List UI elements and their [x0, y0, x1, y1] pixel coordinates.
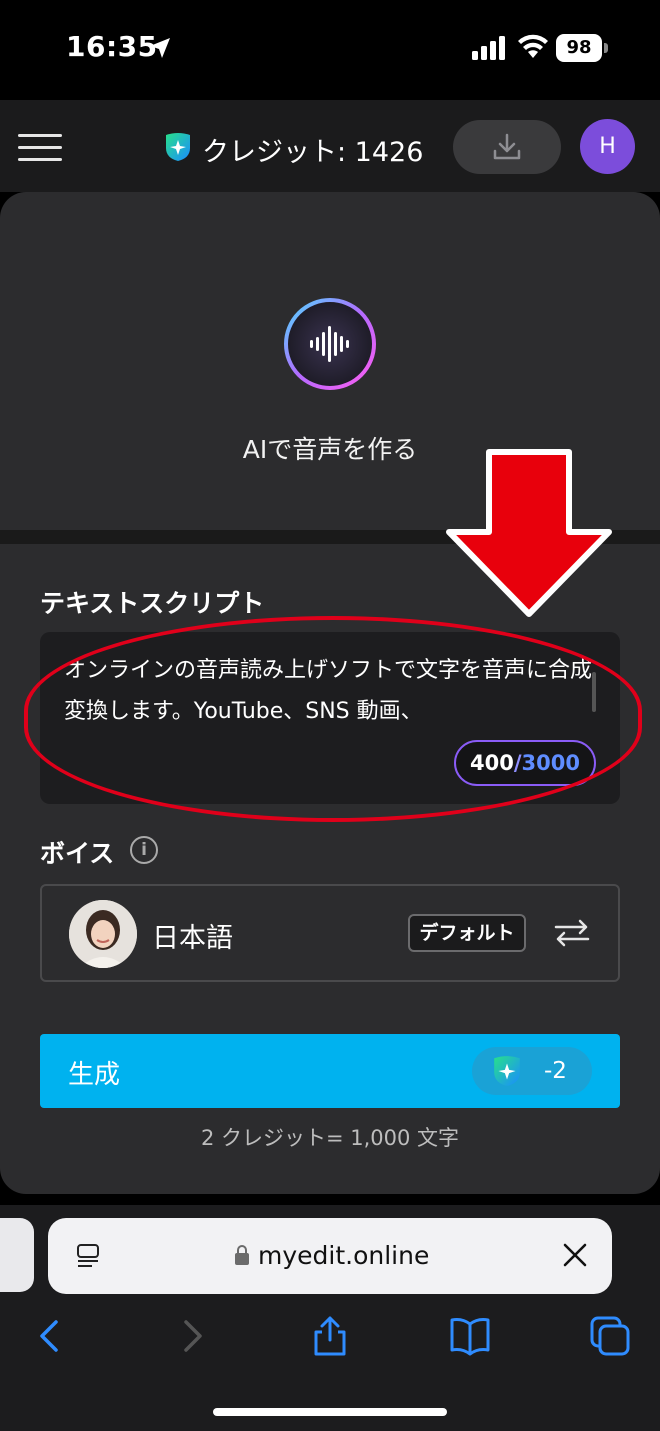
- tabs-icon[interactable]: [588, 1314, 632, 1358]
- home-indicator: [213, 1408, 447, 1416]
- info-icon[interactable]: i: [130, 836, 158, 864]
- previous-tab-preview[interactable]: [0, 1218, 34, 1292]
- page-menu-icon[interactable]: [74, 1242, 102, 1270]
- credit-shield-icon: [166, 133, 190, 161]
- url-text: myedit.online: [258, 1241, 430, 1270]
- battery-level: 98: [556, 34, 602, 62]
- generate-button[interactable]: 生成 -2: [40, 1034, 620, 1108]
- cellular-signal-icon: [472, 36, 505, 60]
- voice-selector[interactable]: 日本語 デフォルト: [40, 884, 620, 982]
- battery-indicator: 98: [556, 34, 608, 62]
- credit-rate-note: 2 クレジット= 1,000 文字: [200, 1126, 460, 1150]
- generate-cost-pill: -2: [472, 1047, 592, 1095]
- download-button[interactable]: [453, 120, 561, 174]
- close-icon[interactable]: [562, 1242, 588, 1268]
- lock-icon: [235, 1245, 249, 1265]
- swap-icon[interactable]: [554, 918, 590, 948]
- forward-icon[interactable]: [170, 1314, 214, 1358]
- location-arrow-icon: [150, 38, 170, 58]
- address-bar[interactable]: myedit.online: [48, 1218, 612, 1294]
- menu-icon[interactable]: [18, 134, 62, 162]
- highlight-ellipse: [24, 616, 642, 822]
- wifi-icon: [518, 34, 548, 58]
- voice-avatar: [69, 900, 137, 968]
- voice-avatar-image: [69, 900, 137, 968]
- voice-language: 日本語: [152, 923, 233, 954]
- user-avatar[interactable]: H: [580, 119, 635, 174]
- red-down-arrow-icon: [446, 449, 612, 617]
- bookmarks-icon[interactable]: [448, 1314, 492, 1358]
- credit-shield-icon: [494, 1056, 520, 1086]
- share-icon[interactable]: [308, 1314, 352, 1358]
- back-icon[interactable]: [28, 1314, 72, 1358]
- script-section-label: テキストスクリプト: [40, 589, 265, 618]
- voice-section-label: ボイス: [40, 839, 115, 868]
- generate-label: 生成: [68, 1060, 121, 1090]
- status-time: 16:35: [66, 30, 158, 63]
- credit-balance: クレジット: 1426: [202, 137, 424, 168]
- status-bar: 16:35 98: [0, 0, 660, 100]
- default-badge: デフォルト: [408, 914, 526, 952]
- download-icon: [493, 133, 521, 160]
- ai-voice-orb-icon: [284, 298, 376, 390]
- generate-cost: -2: [544, 1058, 567, 1084]
- app-header: クレジット: 1426 H: [0, 100, 660, 192]
